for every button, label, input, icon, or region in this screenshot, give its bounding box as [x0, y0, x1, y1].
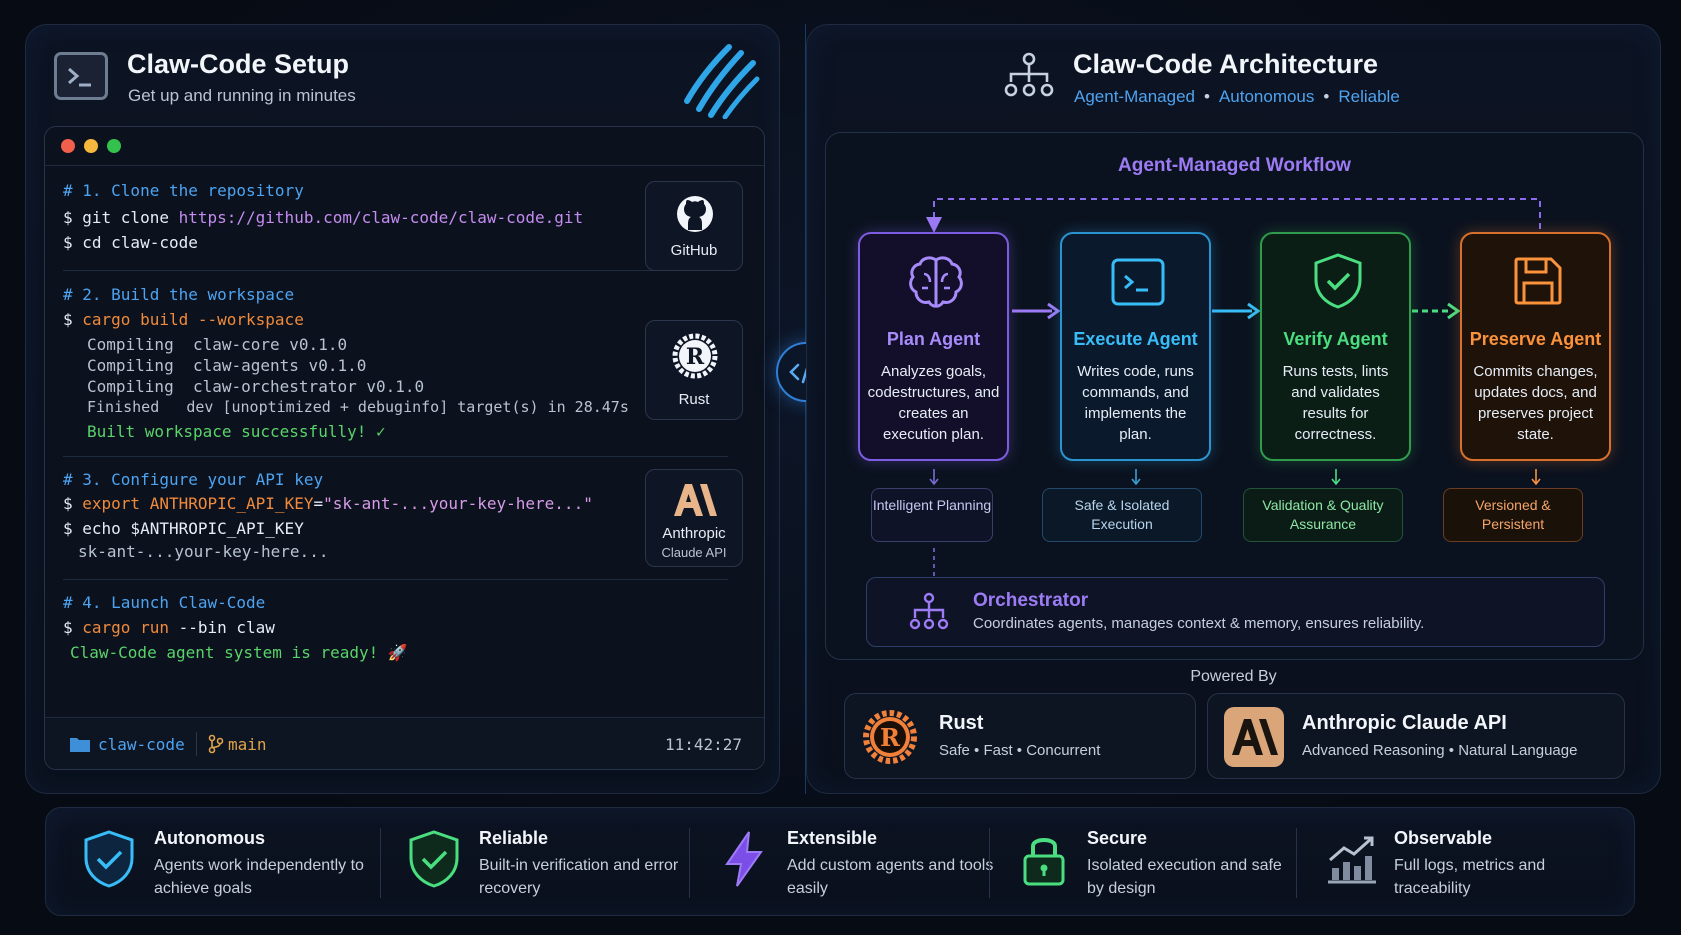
- feature-title: Reliable: [479, 828, 549, 848]
- orchestrator-box[interactable]: Orchestrator Coordinates agents, manages…: [866, 577, 1605, 647]
- shield-check-icon: [76, 826, 142, 892]
- rust-label: Rust: [678, 391, 710, 408]
- step1-comment: # 1. Clone the repository: [63, 181, 304, 200]
- build-output-line: Compiling claw-core v0.1.0: [87, 335, 348, 354]
- shield-check-icon: [1314, 253, 1362, 309]
- architecture-panel: Claw-Code Architecture Agent-Managed • Aut…: [806, 24, 1661, 794]
- feature-title: Extensible: [787, 828, 878, 848]
- lightning-icon: [711, 826, 777, 892]
- hierarchy-icon: [1004, 52, 1054, 97]
- execute-agent-desc: Writes code, runs commands, and implemen…: [1077, 363, 1194, 443]
- minimize-dot[interactable]: [84, 139, 98, 153]
- setup-title: Claw-Code Setup: [127, 49, 350, 79]
- ready-message: Claw-Code agent system is ready! 🚀: [70, 643, 408, 662]
- preserve-agent-tag: Versioned & Persistent: [1443, 488, 1583, 542]
- execute-agent-tag: Safe & Isolated Execution: [1042, 488, 1202, 542]
- anthropic-provider-card[interactable]: Anthropic Claude API Advanced Reasoning …: [1207, 693, 1625, 779]
- build-success: Built workspace successfully! ✓: [87, 422, 386, 441]
- repo-url[interactable]: https://github.com/claw-code/claw-code.g…: [179, 208, 584, 227]
- anthropic-sublabel: Claude API: [661, 545, 727, 560]
- anthropic-icon: [674, 484, 717, 516]
- anthropic-provider-name: Anthropic Claude API: [1302, 712, 1507, 734]
- terminal-icon: [54, 52, 108, 100]
- folder-name[interactable]: claw-code: [98, 735, 185, 754]
- svg-text:R: R: [880, 723, 901, 752]
- step2-comment: # 2. Build the workspace: [63, 285, 295, 304]
- verify-agent-name: Verify Agent: [1283, 329, 1388, 349]
- orchestrator-desc: Coordinates agents, manages context & me…: [973, 615, 1425, 632]
- step3-echo-output: sk-ant-...your-key-here...: [78, 542, 329, 561]
- verify-agent-card[interactable]: Verify Agent Runs tests, lints and valid…: [1260, 232, 1411, 461]
- step4-comment: # 4. Launch Claw-Code: [63, 593, 266, 612]
- setup-panel: Claw-Code Setup Get up and running in mi…: [25, 24, 780, 794]
- terminal-icon: [1111, 258, 1165, 306]
- feature-desc: Add custom agents and tools easily: [787, 857, 994, 897]
- powered-by-label: Powered By: [1190, 668, 1277, 685]
- github-icon: [677, 196, 713, 232]
- preserve-agent-card[interactable]: Preserve Agent Commits changes, updates …: [1460, 232, 1611, 461]
- folder-icon: [70, 738, 90, 752]
- rust-provider-desc: Safe • Fast • Concurrent: [939, 742, 1101, 759]
- execute-agent-card[interactable]: Execute Agent Writes code, runs commands…: [1060, 232, 1211, 461]
- plan-agent-desc: Analyzes goals, codestructures, and crea…: [867, 363, 1000, 443]
- rust-icon: R: [672, 333, 718, 379]
- rust-provider-name: Rust: [939, 712, 984, 734]
- plan-agent-card[interactable]: Plan Agent Analyzes goals, codestructure…: [858, 232, 1009, 461]
- features-bar: Autonomous Agents work independently to …: [45, 807, 1635, 916]
- step2-build-cmd: $ cargo build --workspace: [63, 310, 304, 329]
- rust-icon: R: [863, 710, 917, 764]
- maximize-dot[interactable]: [107, 139, 121, 153]
- build-output-line: Compiling claw-agents v0.1.0: [87, 356, 367, 375]
- step4-run-cmd: $ cargo run --bin claw: [63, 618, 275, 637]
- build-output-line: Compiling claw-orchestrator v0.1.0: [87, 377, 425, 396]
- lock-icon: [1011, 826, 1077, 892]
- feature-desc: Isolated execution and safe by design: [1087, 857, 1282, 897]
- anthropic-icon: [1224, 707, 1284, 767]
- orchestrator-title: Orchestrator: [973, 590, 1089, 611]
- feature-desc: Agents work independently to achieve goa…: [154, 857, 364, 897]
- github-label: GitHub: [670, 242, 718, 259]
- step3-export-cmd: $ export ANTHROPIC_API_KEY="sk-ant-...yo…: [63, 494, 593, 513]
- branch-name[interactable]: main: [228, 735, 267, 754]
- architecture-tagline: Agent-Managed • Autonomous • Reliable: [1074, 87, 1400, 106]
- anthropic-provider-desc: Advanced Reasoning • Natural Language: [1302, 742, 1578, 759]
- chart-icon: [1318, 826, 1384, 892]
- feature-desc: Full logs, metrics and traceability: [1394, 857, 1546, 897]
- git-branch-icon: [208, 734, 224, 754]
- feature-title: Autonomous: [154, 828, 265, 848]
- claw-marks-icon: [684, 44, 760, 119]
- shield-check-icon: [401, 826, 467, 892]
- execute-agent-name: Execute Agent: [1073, 329, 1198, 349]
- save-icon: [1514, 257, 1562, 305]
- workflow-box: Agent-Managed Workflow Plan Agent Analyz: [825, 132, 1644, 660]
- feature-desc: Built-in verification and error recovery: [479, 857, 679, 897]
- build-output-line: Finished dev [unoptimized + debuginfo] t…: [87, 398, 629, 416]
- plan-agent-tag: Intelligent Planning: [871, 488, 993, 542]
- rust-card[interactable]: R Rust: [645, 320, 743, 420]
- verify-agent-tag: Validation & Quality Assurance: [1243, 488, 1403, 542]
- clock: 11:42:27: [665, 735, 743, 754]
- step1-cd-cmd: $ cd claw-code: [63, 233, 198, 252]
- step1-clone-cmd: $ git clone https://github.com/claw-code…: [63, 208, 584, 227]
- preserve-agent-name: Preserve Agent: [1469, 329, 1602, 349]
- setup-subtitle: Get up and running in minutes: [128, 86, 356, 105]
- architecture-title: Claw-Code Architecture: [1073, 49, 1379, 79]
- feature-title: Secure: [1087, 828, 1148, 848]
- anthropic-label: Anthropic: [662, 525, 726, 542]
- step3-echo-cmd: $ echo $ANTHROPIC_API_KEY: [63, 519, 304, 538]
- plan-agent-name: Plan Agent: [886, 329, 981, 349]
- github-card[interactable]: GitHub: [645, 181, 743, 271]
- verify-agent-desc: Runs tests, lints and validates results …: [1282, 363, 1389, 443]
- terminal-footer: claw-code main 11:42:27: [45, 717, 764, 769]
- terminal-window: # 1. Clone the repository $ git clone ht…: [44, 126, 765, 770]
- rust-provider-card[interactable]: R Rust Safe • Fast • Concurrent: [844, 693, 1196, 779]
- step3-comment: # 3. Configure your API key: [63, 470, 324, 489]
- brain-icon: [909, 256, 963, 308]
- hierarchy-icon: [909, 592, 949, 630]
- preserve-agent-desc: Commits changes, updates docs, and prese…: [1473, 363, 1598, 443]
- close-dot[interactable]: [61, 139, 75, 153]
- anthropic-card[interactable]: Anthropic Claude API: [645, 469, 743, 567]
- svg-text:R: R: [686, 344, 705, 370]
- feature-title: Observable: [1394, 828, 1493, 848]
